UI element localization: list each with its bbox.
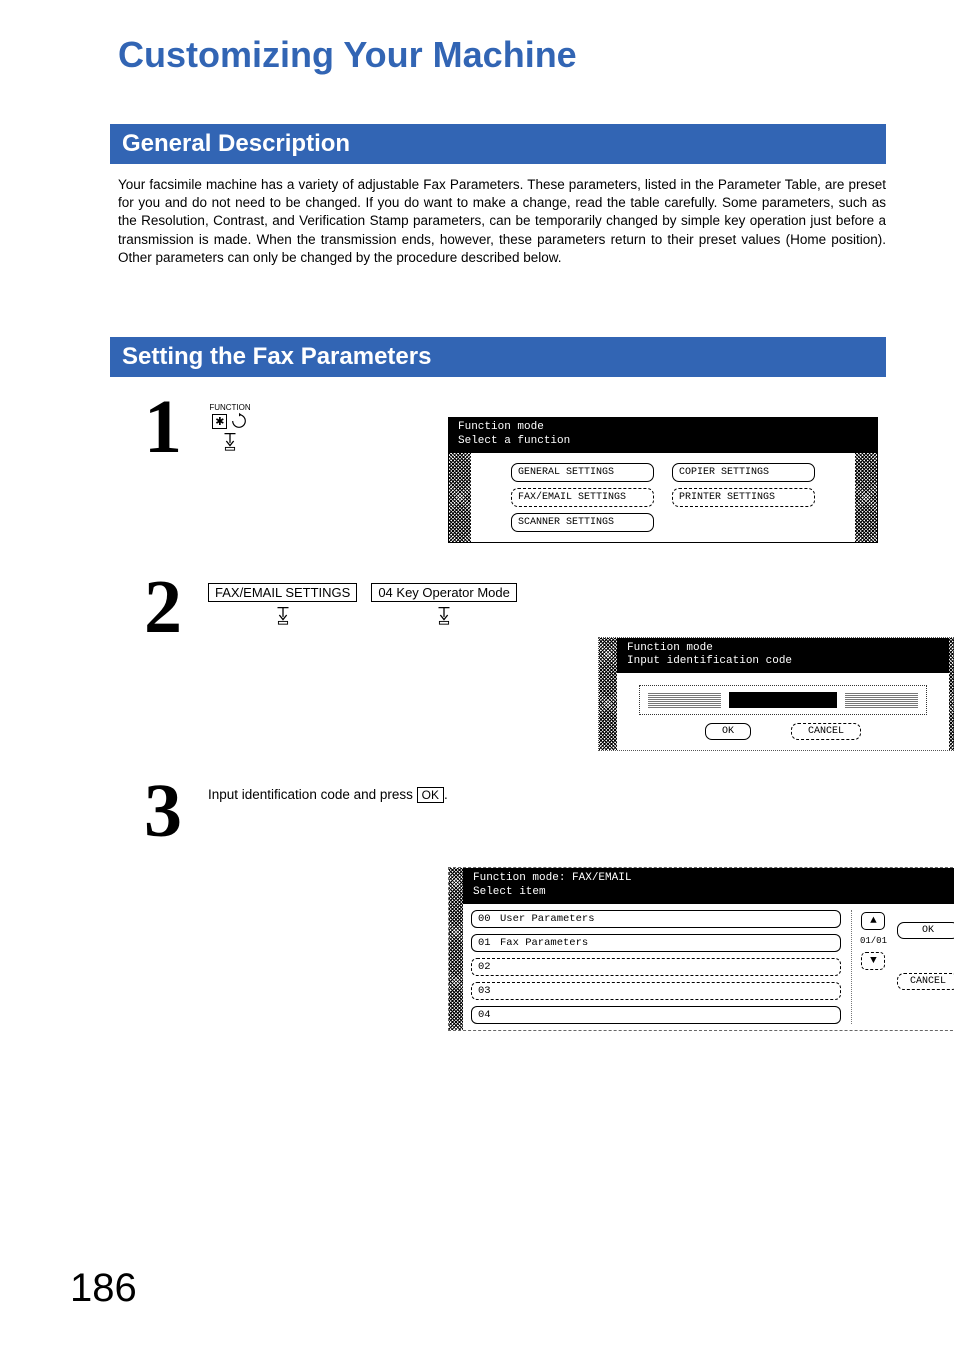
step3-text-before: Input identification code and press (208, 787, 417, 802)
list-item-index: 00 (478, 913, 494, 925)
list-item[interactable]: 00 User Parameters (471, 910, 841, 928)
general-description-body: Your facsimile machine has a variety of … (118, 176, 886, 267)
section-general-description-heading: General Description (110, 124, 886, 164)
list-item[interactable]: 03 (471, 982, 841, 1000)
section-setting-fax-parameters-heading: Setting the Fax Parameters (110, 337, 886, 377)
btn-fax-email-settings[interactable]: FAX/EMAIL SETTINGS (511, 488, 654, 507)
ok-button[interactable]: OK (705, 723, 751, 740)
press-down-icon (219, 430, 241, 452)
hatch-decor-right (855, 453, 877, 542)
list-item[interactable]: 02 (471, 958, 841, 976)
screen3-cancel-button[interactable]: CANCEL (897, 973, 954, 990)
list-item-index: 03 (478, 985, 494, 997)
screen3-hdr-line1: Function mode: FAX/EMAIL (473, 872, 954, 886)
loop-icon (230, 412, 248, 430)
btn-printer-settings[interactable]: PRINTER SETTINGS (672, 488, 815, 507)
list-item-index: 02 (478, 961, 494, 973)
scroll-down-button[interactable]: ▼ (861, 952, 885, 970)
screen3-hdr-line2: Select item (473, 886, 954, 900)
cancel-button[interactable]: CANCEL (791, 723, 861, 740)
screen3-header: Function mode: FAX/EMAIL Select item (463, 868, 954, 904)
hatch-decor-right (949, 638, 954, 751)
list-item[interactable]: 04 (471, 1006, 841, 1024)
scroll-up-button[interactable]: ▲ (861, 912, 885, 930)
page-number: 186 (70, 1266, 137, 1311)
btn-copier-settings[interactable]: COPIER SETTINGS (672, 463, 815, 482)
screen3-item-list: 00 User Parameters 01 Fax Parameters 02 03 04 (471, 910, 841, 1024)
step-number-2: 2 (118, 569, 208, 645)
hatch-decor-left (449, 868, 463, 1030)
step2-press-b: 04 Key Operator Mode (371, 583, 517, 629)
btn-general-settings[interactable]: GENERAL SETTINGS (511, 463, 654, 482)
function-key-icon: FUNCTION ✱ (208, 403, 252, 452)
page-title: Customizing Your Machine (118, 34, 886, 76)
screen-input-identification-code: Function mode Input identification code … (598, 637, 954, 752)
fax-email-settings-key[interactable]: FAX/EMAIL SETTINGS (208, 583, 357, 602)
key-operator-mode-key[interactable]: 04 Key Operator Mode (371, 583, 517, 602)
hatch-decor-left (599, 638, 617, 751)
list-item-label: Fax Parameters (500, 937, 588, 949)
screen2-hdr-line2: Input identification code (627, 655, 939, 669)
screen3-ok-button[interactable]: OK (897, 922, 954, 939)
page-indicator: 01/01 (860, 936, 887, 946)
step-2: 2 FAX/EMAIL SETTINGS 04 Key Operator Mod… (118, 569, 886, 645)
asterisk-icon: ✱ (212, 414, 227, 429)
function-key-label: FUNCTION (208, 403, 252, 412)
screen-fax-email-select-item: Function mode: FAX/EMAIL Select item 00 U… (448, 867, 954, 1031)
page-root: Customizing Your Machine General Descrip… (0, 0, 954, 1071)
hatch-decor-left (449, 453, 471, 542)
list-item[interactable]: 01 Fax Parameters (471, 934, 841, 952)
list-item-label: User Parameters (500, 913, 595, 925)
step-number-3: 3 (118, 773, 208, 849)
press-down-icon (272, 604, 294, 626)
btn-scanner-settings[interactable]: SCANNER SETTINGS (511, 513, 654, 532)
press-down-icon (433, 604, 455, 626)
list-item-index: 04 (478, 1009, 494, 1021)
step-number-1: 1 (118, 389, 208, 465)
identification-code-input[interactable] (639, 685, 927, 715)
step2-press-a: FAX/EMAIL SETTINGS (208, 583, 357, 629)
screen2-header: Function mode Input identification code (617, 638, 949, 674)
scroll-controls: ▲ 01/01 ▼ (851, 910, 887, 1024)
step-3: 3 Input identification code and press OK… (118, 773, 886, 849)
ok-key[interactable]: OK (417, 787, 444, 803)
list-item-index: 01 (478, 937, 494, 949)
step3-text-after: . (444, 787, 448, 802)
screen2-hdr-line1: Function mode (627, 642, 939, 656)
